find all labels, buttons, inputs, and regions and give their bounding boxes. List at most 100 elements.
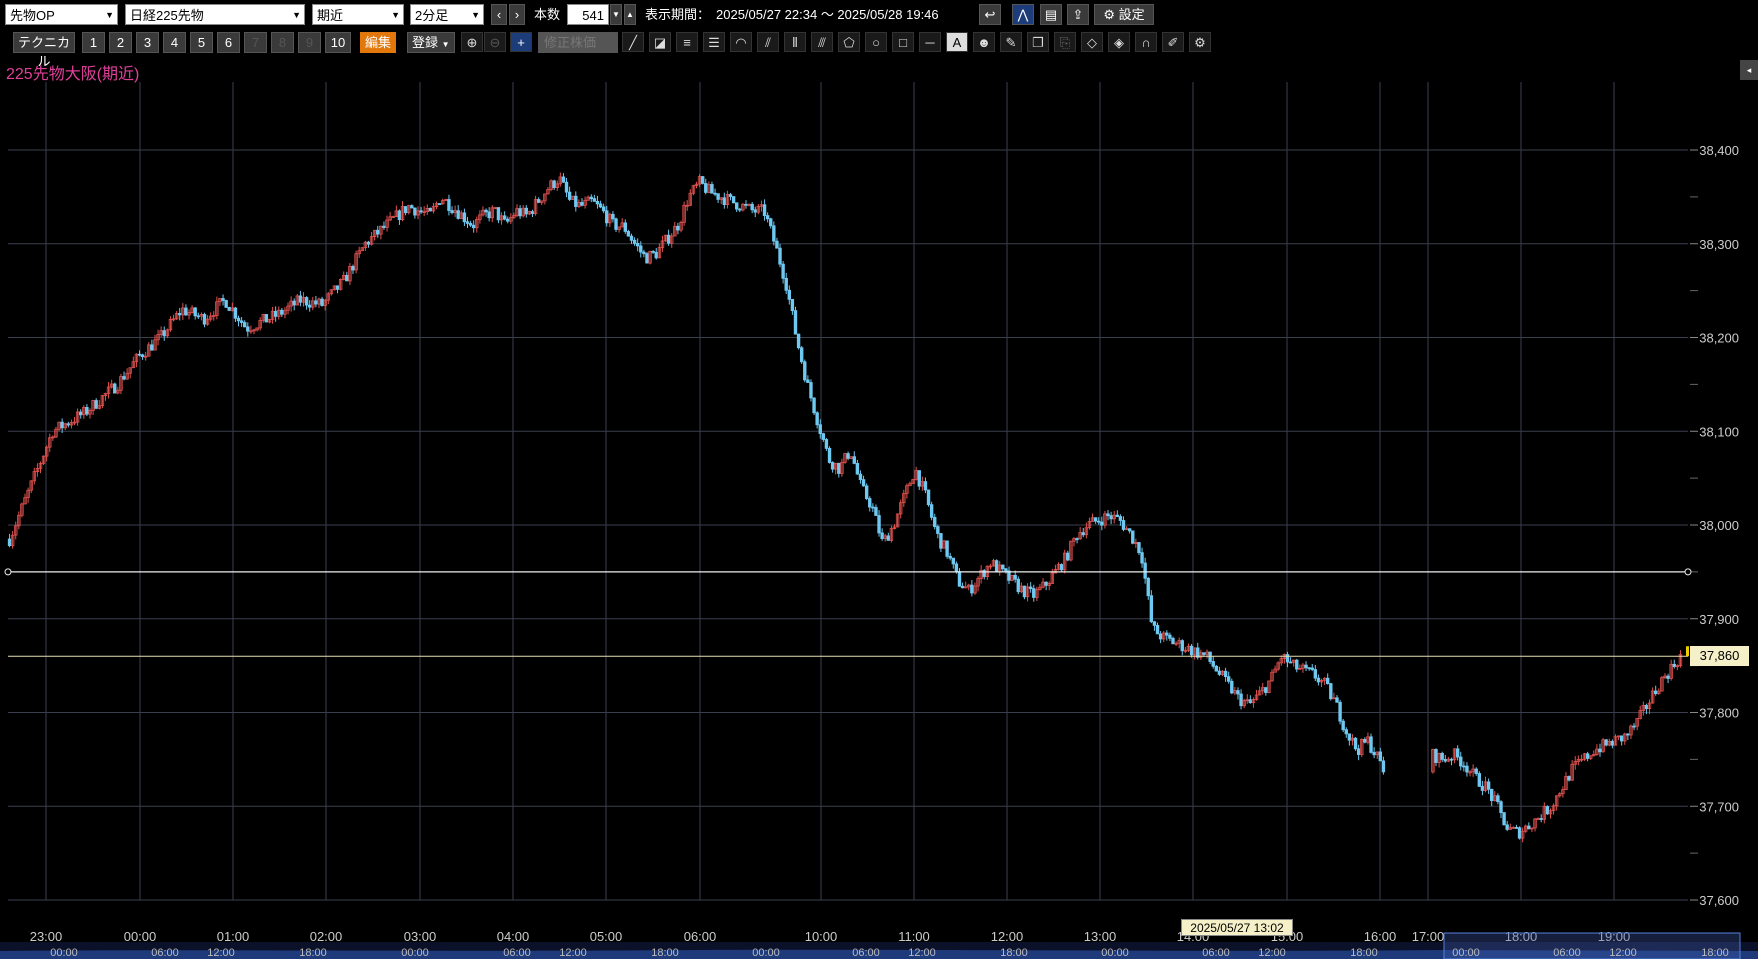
candle-body	[1032, 588, 1036, 598]
candle-body	[552, 180, 556, 189]
candle-body	[196, 315, 200, 318]
candle-body	[722, 197, 727, 206]
candle-body	[642, 251, 646, 255]
candle-body	[855, 463, 860, 475]
candle-body	[595, 200, 600, 205]
candle-body	[871, 506, 875, 509]
x-tick-label: 04:00	[497, 929, 530, 944]
candle-body	[1449, 758, 1454, 761]
candle-body	[1214, 665, 1219, 672]
candle-body	[1347, 733, 1352, 741]
y-tick-label: 38,000	[1699, 518, 1739, 533]
navigator-tick-label: 18:00	[1000, 947, 1028, 959]
candle-body	[1248, 699, 1253, 704]
candle-body	[623, 222, 628, 232]
candle-body	[113, 383, 117, 394]
candle-body	[1066, 552, 1070, 561]
candle-body	[1672, 663, 1676, 667]
candle-body	[1115, 514, 1119, 517]
candle-body	[1462, 765, 1466, 768]
candle-body	[803, 361, 807, 381]
candle-body	[676, 225, 680, 231]
candle-body	[1165, 632, 1169, 636]
candle-body	[1146, 577, 1150, 597]
x-tick-label: 02:00	[310, 929, 343, 944]
candle-body	[1310, 667, 1314, 670]
candle-body	[874, 507, 878, 516]
x-tick-label: 01:00	[217, 929, 250, 944]
candle-body	[769, 218, 773, 227]
candle-body	[744, 203, 748, 206]
candle-body	[1666, 675, 1670, 679]
navigator-tick-label: 12:00	[1258, 947, 1286, 959]
candle-body	[830, 462, 835, 470]
candle-body	[1158, 633, 1163, 640]
candle-body	[790, 298, 795, 312]
candle-body	[1106, 513, 1110, 517]
candle-body	[1486, 781, 1491, 790]
candle-body	[1356, 748, 1361, 755]
candle-body	[1372, 751, 1376, 756]
candle-body	[960, 585, 965, 589]
candle-body	[713, 192, 717, 195]
candle-body	[366, 241, 371, 245]
candle-body	[1517, 827, 1522, 839]
candle-body	[827, 448, 832, 463]
candle-body	[456, 210, 460, 219]
candle-body	[1619, 735, 1624, 742]
candle-body	[280, 309, 284, 315]
x-tick-label: 23:00	[30, 929, 63, 944]
candle-body	[162, 330, 166, 337]
candle-body	[1499, 801, 1503, 813]
y-tick-label: 37,800	[1699, 706, 1739, 721]
candle-body	[1149, 595, 1154, 623]
candle-body	[716, 193, 720, 200]
candle-body	[410, 205, 414, 209]
candle-body	[471, 224, 476, 229]
candle-body	[1217, 670, 1222, 675]
candle-body	[762, 204, 767, 216]
candle-body	[651, 250, 655, 253]
candle-body	[243, 322, 247, 328]
candle-body	[1137, 542, 1141, 554]
candle-body	[1239, 693, 1243, 707]
candle-body	[750, 203, 754, 211]
candle-body	[1028, 586, 1033, 590]
candle-body	[60, 421, 64, 429]
candle-body	[1338, 701, 1342, 722]
candle-body	[784, 277, 788, 291]
x-tick-label: 16:00	[1364, 929, 1397, 944]
candle-body	[382, 225, 386, 228]
line-handle-left	[4, 568, 12, 576]
candle-body	[564, 181, 569, 193]
candle-body	[1496, 795, 1500, 803]
candle-body	[1140, 552, 1144, 564]
candle-body	[1168, 634, 1172, 639]
candle-body	[137, 353, 142, 356]
candle-body	[880, 532, 884, 539]
candle-body	[1013, 574, 1017, 580]
candle-body	[1075, 538, 1079, 540]
candle-body	[1653, 690, 1658, 695]
candle-body	[1264, 687, 1268, 693]
candle-body	[1505, 824, 1509, 830]
candle-body	[601, 206, 606, 212]
candle-body	[1539, 818, 1543, 820]
candle-body	[626, 231, 631, 237]
candle-body	[886, 535, 891, 541]
price-chart[interactable]: 38,400 38,300 38,200 38,100 38,000 37,900 37,8…	[0, 0, 1758, 959]
candle-body	[567, 191, 572, 200]
candle-body	[1610, 740, 1615, 746]
candle-body	[1434, 749, 1438, 763]
candle-body	[837, 462, 841, 474]
cursor-date-label: 2025/05/27 13:02	[1181, 919, 1293, 936]
navigator-tick-label: 12:00	[207, 947, 235, 959]
candle-body	[639, 245, 643, 253]
candle-body	[518, 208, 522, 217]
candle-body	[1295, 659, 1299, 670]
candle-body	[970, 584, 974, 594]
candle-body	[1180, 640, 1184, 652]
candle-body	[926, 489, 931, 506]
candle-body	[264, 314, 269, 323]
candle-body	[589, 196, 593, 200]
